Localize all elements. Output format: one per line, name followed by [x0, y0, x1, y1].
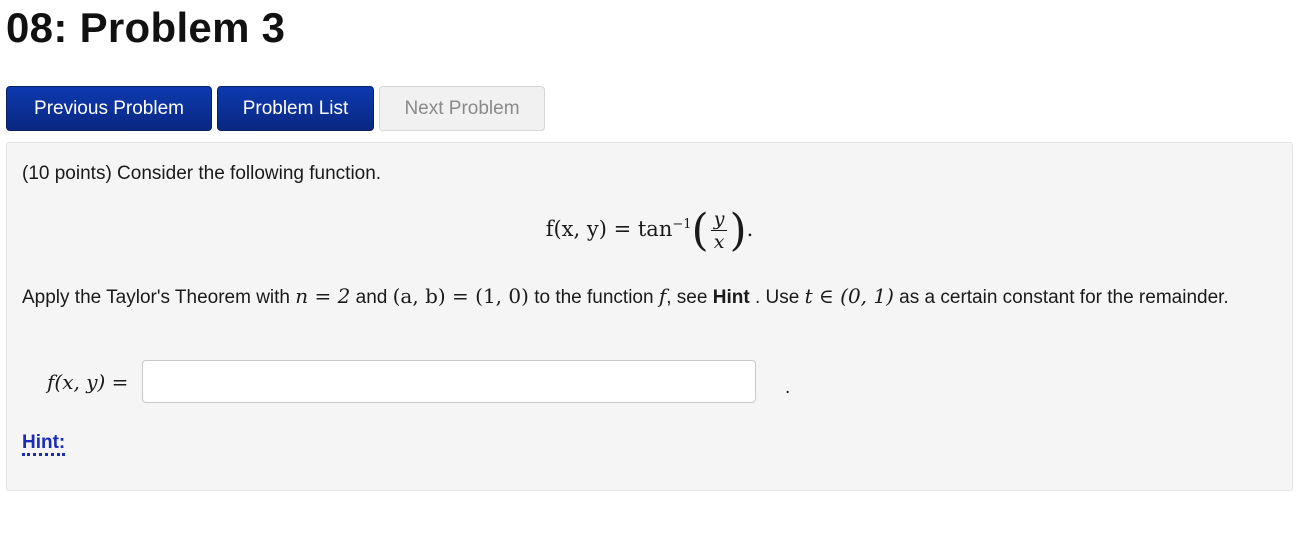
- n-equation: n = 2: [295, 284, 351, 308]
- problem-list-button[interactable]: Problem List: [217, 86, 374, 131]
- next-problem-button[interactable]: Next Problem: [379, 86, 545, 131]
- function-definition: f(x, y) = tan−1(y x).: [7, 205, 1292, 256]
- answer-input[interactable]: [142, 360, 757, 403]
- hint-link[interactable]: Hint:: [22, 433, 66, 456]
- problem-intro: (10 points) Consider the following funct…: [22, 163, 382, 184]
- function-end: .: [746, 217, 754, 241]
- instruction-text-5: . Use: [749, 287, 805, 308]
- answer-row: f(x, y) =: [47, 359, 757, 404]
- hint-word: Hint: [712, 287, 750, 308]
- instruction-text-4: , see: [666, 287, 713, 308]
- instruction-text-6: as a certain constant for the remainder.: [893, 287, 1229, 308]
- function-lhs: f(x, y) = tan: [545, 217, 673, 241]
- instruction-text-3: to the function: [528, 287, 659, 308]
- instruction-text-2: and: [350, 287, 393, 308]
- left-paren: (: [691, 205, 709, 256]
- right-paren: ): [729, 205, 747, 256]
- answer-trailing-period: .: [785, 377, 791, 398]
- answer-label: f(x, y) =: [47, 369, 129, 394]
- previous-problem-button[interactable]: Previous Problem: [6, 86, 212, 131]
- ab-equation: (a, b) = (1, 0): [392, 284, 529, 308]
- t-membership: t ∈ (0, 1): [804, 284, 894, 308]
- problem-panel: (10 points) Consider the following funct…: [6, 142, 1293, 491]
- fraction-numerator: y: [710, 208, 728, 231]
- fraction-denominator: x: [713, 231, 725, 253]
- page-title: 08: Problem 3: [6, 4, 286, 51]
- instruction-text-1: Apply the Taylor's Theorem with: [22, 287, 296, 308]
- function-exponent: −1: [672, 217, 692, 232]
- problem-instruction: Apply the Taylor's Theorem with n = 2 an…: [22, 281, 1272, 313]
- problem-navigation: Previous Problem Problem List Next Probl…: [6, 86, 545, 131]
- fraction: yx: [710, 208, 728, 253]
